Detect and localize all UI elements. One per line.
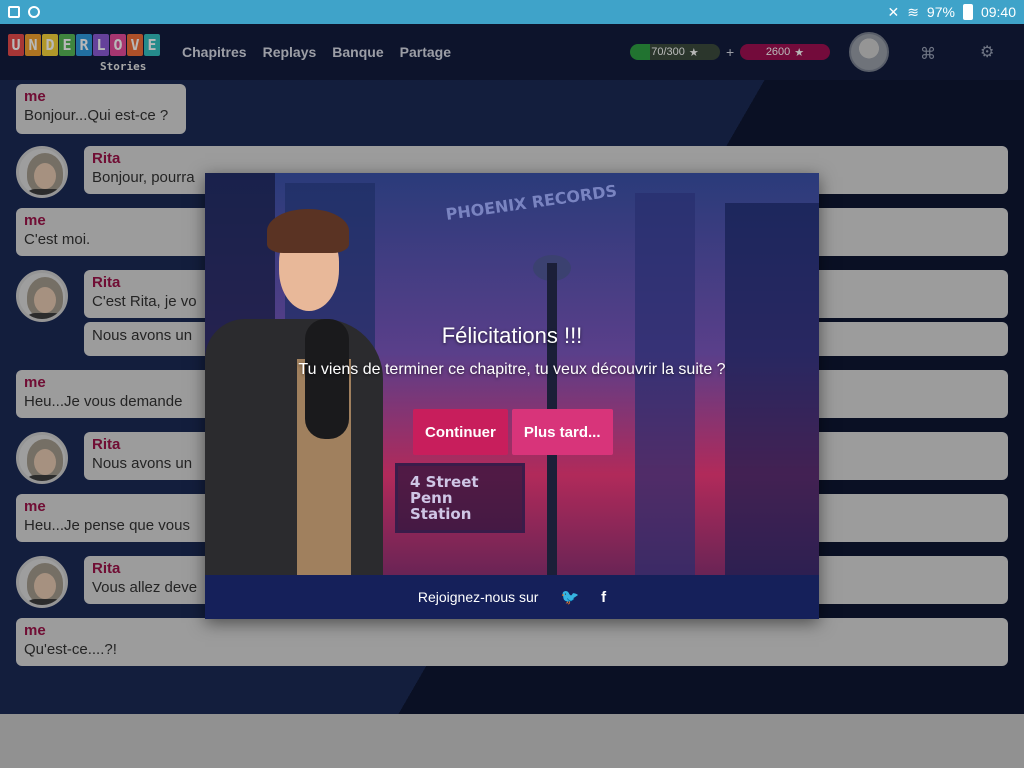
mute-icon: ✕: [887, 3, 900, 20]
modal-title: Félicitations !!!: [441, 323, 583, 348]
penn-station-sign: 4 Street Penn Station: [395, 463, 525, 533]
footer-label: Rejoignez-nous sur: [417, 589, 539, 605]
later-button[interactable]: Plus tard...: [511, 409, 613, 455]
continue-button[interactable]: Continuer: [413, 409, 508, 455]
phoenix-records-sign: PHOENIX RECORDS: [444, 181, 619, 224]
wifi-icon: ≋: [907, 3, 919, 20]
gallery-icon: [8, 6, 20, 18]
character-illustration: [205, 209, 385, 575]
facebook-icon[interactable]: f: [601, 589, 606, 606]
modal-buttons: Continuer Plus tard...: [413, 409, 613, 455]
station-line-1: 4 Street: [410, 473, 479, 491]
chapter-complete-modal: PHOENIX RECORDS 4 Street Penn Station Fé…: [205, 173, 819, 619]
status-bar: ✕ ≋ 97% 09:40: [0, 0, 1024, 24]
sync-icon: [28, 6, 40, 18]
battery-percent: 97%: [926, 4, 955, 20]
modal-text: Tu viens de terminer ce chapitre, tu veu…: [298, 361, 726, 378]
battery-icon: [962, 4, 973, 20]
twitter-icon[interactable]: 🐦: [560, 588, 579, 606]
clock: 09:40: [980, 4, 1016, 20]
modal-body: Félicitations !!! Tu viens de terminer c…: [205, 323, 819, 379]
modal-footer: Rejoignez-nous sur 🐦 f: [205, 575, 819, 619]
station-line-2: Penn Station: [410, 489, 472, 523]
